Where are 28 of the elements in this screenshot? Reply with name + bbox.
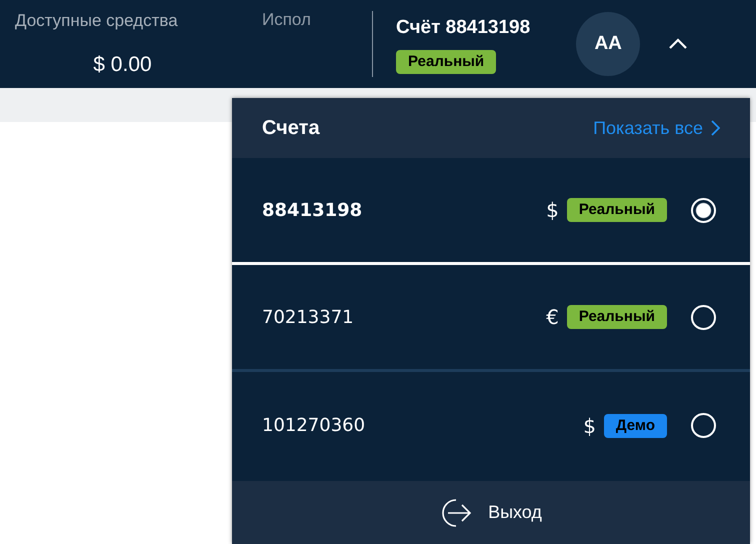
chevron-up-icon[interactable] — [668, 38, 688, 50]
logout-icon — [440, 498, 472, 528]
account-type-tag: Реальный — [566, 198, 667, 222]
account-number: 88413198 — [262, 198, 364, 222]
account-type-tag: Реальный — [566, 305, 667, 329]
account-row[interactable]: 70213371 € Реальный — [232, 265, 750, 372]
divider — [372, 11, 373, 77]
funds-label: Доступные средства — [15, 10, 178, 32]
logout-button[interactable]: Выход — [434, 496, 548, 528]
radio-button[interactable] — [691, 198, 716, 222]
show-all-link[interactable]: Показать все — [593, 114, 720, 142]
currency-symbol: € — [546, 304, 559, 331]
used-label: Испол — [262, 9, 311, 31]
account-row[interactable]: 101270360 $ Демо — [232, 372, 750, 479]
account-row[interactable]: 88413198 $ Реальный — [232, 158, 750, 265]
currency-symbol: $ — [546, 197, 559, 224]
account-number: 70213371 — [262, 306, 355, 330]
account-number: 101270360 — [262, 414, 366, 438]
radio-button[interactable] — [691, 304, 716, 330]
currency-symbol: $ — [583, 412, 596, 440]
account-type-tag: Реальный — [396, 50, 496, 74]
account-title: Счёт 88413198 — [396, 16, 530, 40]
account-type-tag: Демо — [604, 414, 667, 438]
panel-title: Счета — [262, 116, 320, 141]
chevron-right-icon — [711, 120, 720, 136]
funds-value: $ 0.00 — [93, 52, 152, 78]
radio-button[interactable] — [691, 413, 716, 438]
avatar[interactable]: AA — [576, 12, 640, 76]
